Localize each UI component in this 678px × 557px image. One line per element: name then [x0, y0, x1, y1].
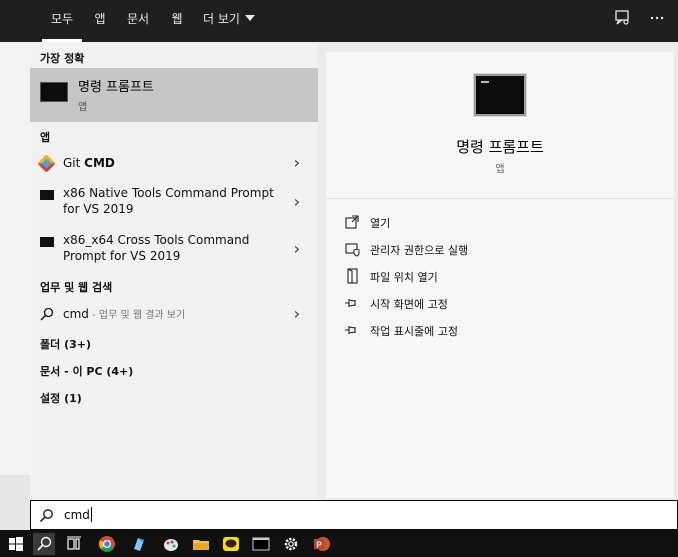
- web-search-result[interactable]: cmd - 업무 및 웹 결과 보기 ›: [30, 305, 318, 323]
- more-icon[interactable]: [645, 9, 669, 31]
- divider: [326, 198, 674, 199]
- tab-web[interactable]: 웹: [162, 0, 192, 42]
- chevron-right-icon[interactable]: ›: [294, 241, 300, 257]
- desktop-background: [0, 0, 30, 530]
- git-icon: [37, 154, 56, 173]
- app-result-x86-native-tools[interactable]: x86 Native Tools Command Prompt for VS 20…: [30, 185, 318, 219]
- chevron-right-icon[interactable]: ›: [294, 155, 300, 171]
- feedback-icon[interactable]: [610, 9, 634, 31]
- search-box[interactable]: cmd: [30, 500, 678, 530]
- paint-icon[interactable]: [160, 533, 182, 555]
- search-icon: [39, 509, 53, 523]
- pin-icon: [345, 326, 356, 334]
- svg-text:P: P: [316, 541, 322, 550]
- action-run-as-admin[interactable]: 관리자 권한으로 실행: [344, 241, 644, 259]
- command-prompt-icon: [40, 237, 54, 247]
- chevron-right-icon[interactable]: ›: [294, 194, 300, 210]
- chrome-icon[interactable]: [96, 533, 118, 555]
- action-open[interactable]: 열기: [344, 214, 644, 232]
- file-explorer-icon[interactable]: [190, 533, 212, 555]
- search-input[interactable]: cmd: [64, 507, 92, 522]
- app-detail-panel: 명령 프롬프트 앱 열기 관리자 권한으로 실행 파일 위치 열기 시작 화면에…: [326, 52, 674, 498]
- search-icon: [40, 307, 54, 321]
- powerpoint-icon[interactable]: P: [311, 533, 333, 555]
- action-open-file-location[interactable]: 파일 위치 열기: [344, 268, 644, 286]
- open-icon: [345, 215, 359, 229]
- pin-icon: [345, 299, 356, 307]
- search-results-panel: 가장 정확 명령 프롬프트 앱 앱 Git CMD › x86 Native T…: [30, 42, 318, 500]
- best-match-subtitle: 앱: [78, 102, 88, 113]
- command-prompt-large-icon: [474, 74, 526, 116]
- tab-apps[interactable]: 앱: [86, 0, 114, 42]
- command-prompt-icon: [40, 82, 68, 102]
- action-pin-to-taskbar[interactable]: 작업 표시줄에 고정: [344, 322, 644, 340]
- tab-more[interactable]: 더 보기: [196, 0, 262, 42]
- chevron-down-icon: [244, 15, 255, 21]
- section-apps: 앱: [40, 131, 51, 144]
- settings-icon[interactable]: [280, 533, 302, 555]
- best-match-title: 명령 프롬프트: [78, 80, 154, 95]
- kakaotalk-icon[interactable]: [220, 533, 242, 555]
- search-icon[interactable]: [33, 533, 55, 555]
- tab-documents[interactable]: 문서: [118, 0, 158, 42]
- windows-start-icon[interactable]: [5, 533, 27, 555]
- app-result-git-cmd[interactable]: Git CMD ›: [30, 154, 318, 173]
- app-icon[interactable]: [128, 533, 150, 555]
- detail-subtitle: 앱: [495, 164, 505, 175]
- tab-all[interactable]: 모두: [40, 0, 84, 42]
- app-result-x86-x64-cross-tools[interactable]: x86_x64 Cross Tools Command Prompt for VS…: [30, 232, 318, 266]
- chevron-right-icon[interactable]: ›: [294, 306, 300, 322]
- section-documents[interactable]: 문서 - 이 PC (4+): [40, 363, 133, 379]
- file-location-icon: [347, 268, 358, 284]
- task-view-icon[interactable]: [63, 533, 85, 555]
- section-settings[interactable]: 설정 (1): [40, 390, 82, 406]
- taskbar: P: [0, 530, 678, 557]
- action-pin-to-start[interactable]: 시작 화면에 고정: [344, 295, 644, 313]
- command-prompt-icon: [40, 190, 54, 200]
- search-filter-bar: 모두 앱 문서 웹 더 보기: [0, 0, 678, 42]
- detail-title: 명령 프롬프트: [456, 138, 544, 156]
- section-web-search: 업무 및 웹 검색: [40, 281, 113, 294]
- terminal-icon[interactable]: [250, 533, 272, 555]
- section-best-match: 가장 정확: [40, 52, 85, 65]
- shield-icon: [345, 243, 360, 257]
- best-match-result[interactable]: 명령 프롬프트 앱: [30, 68, 318, 122]
- section-folders[interactable]: 폴더 (3+): [40, 336, 91, 352]
